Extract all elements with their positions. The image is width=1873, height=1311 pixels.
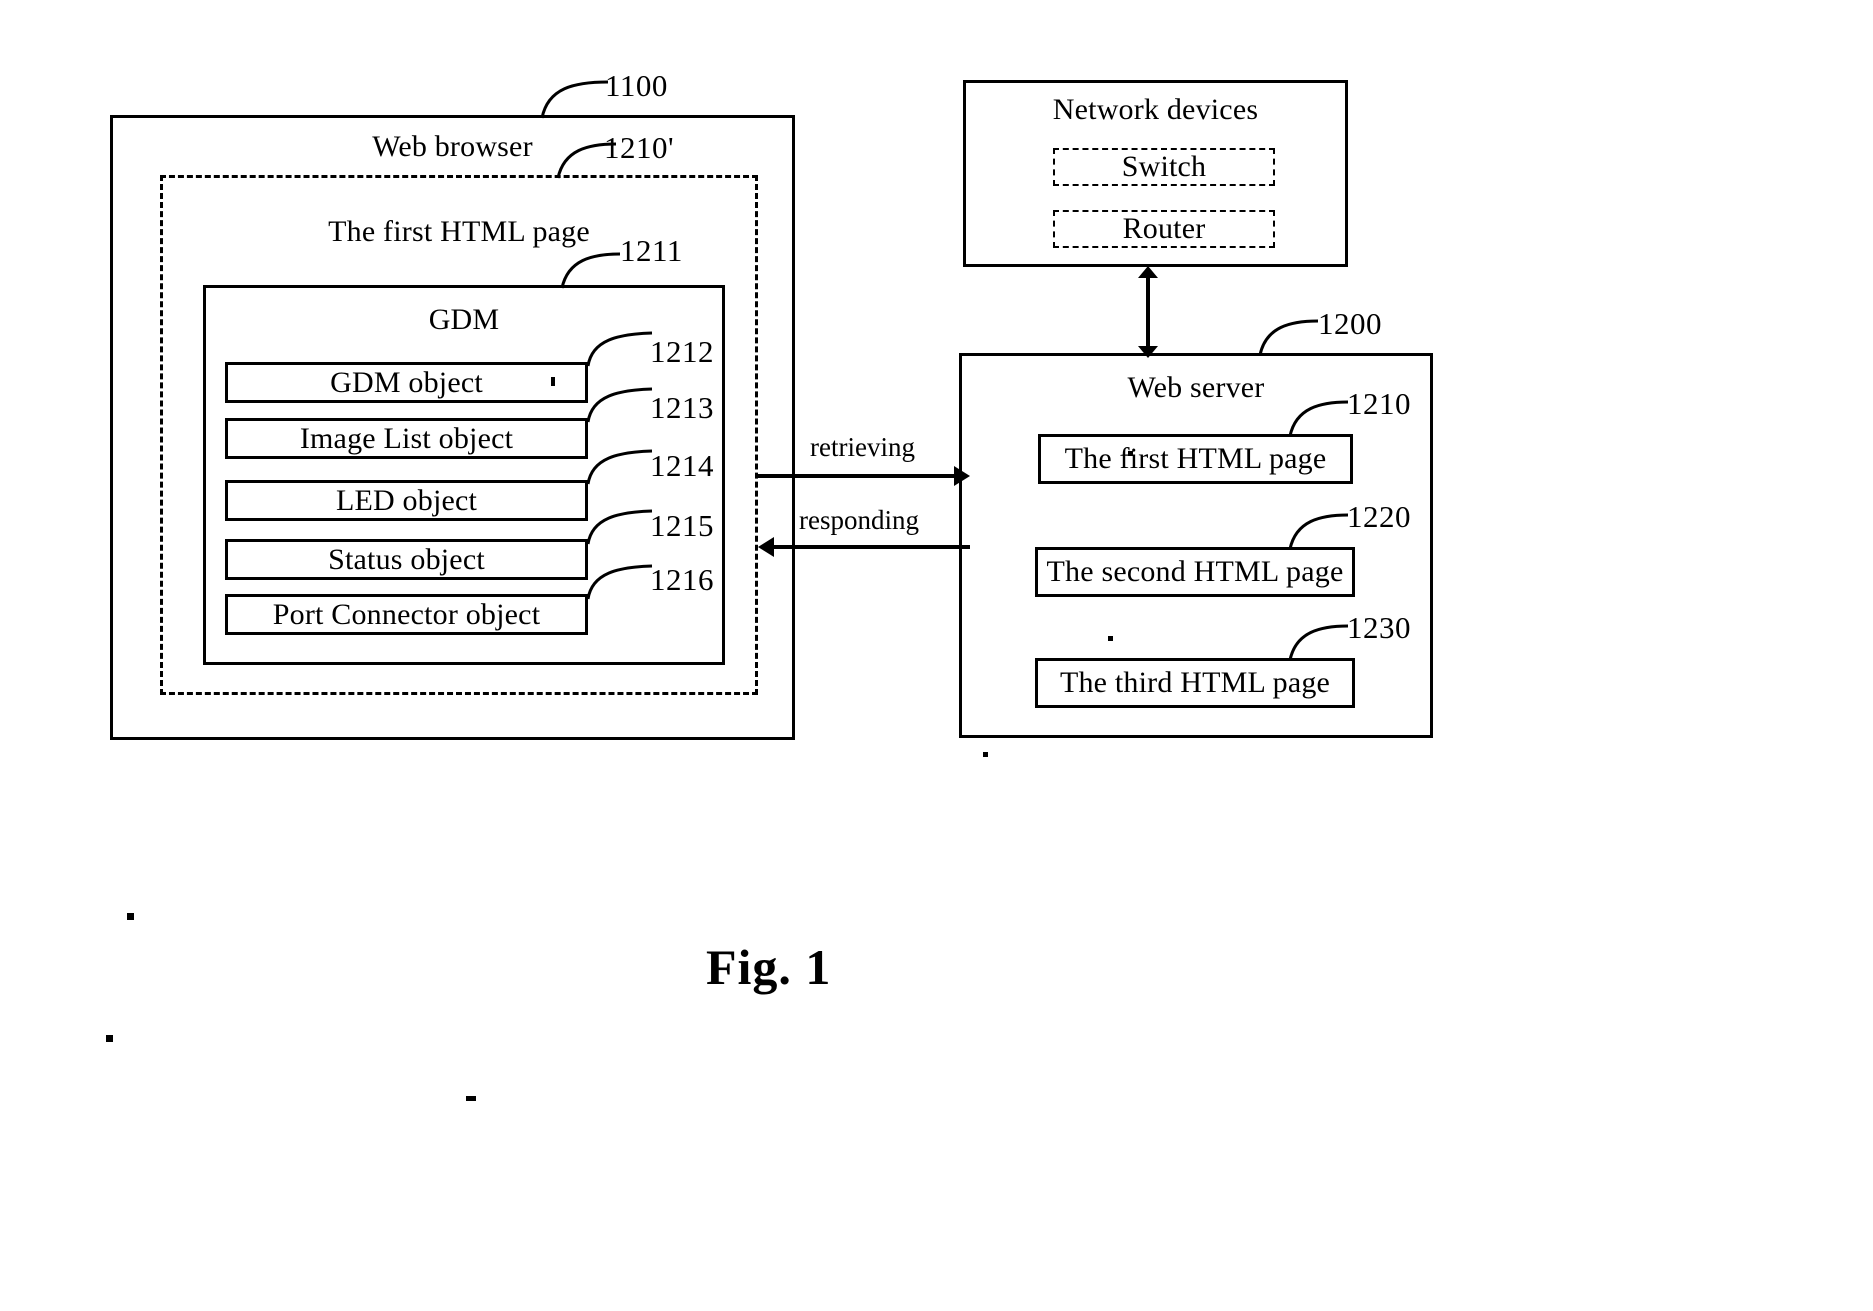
ref-1210: 1210 <box>1347 386 1411 421</box>
image-list-object-box: Image List object <box>225 418 588 459</box>
scan-artifact-dot <box>106 1035 113 1042</box>
scan-artifact-dot <box>466 1096 476 1101</box>
ref-1210-prime: 1210' <box>604 130 675 165</box>
ref-1230: 1230 <box>1347 610 1411 645</box>
ref-1214: 1214 <box>650 448 714 483</box>
scan-artifact-dot <box>1128 451 1133 456</box>
ref-1220: 1220 <box>1347 499 1411 534</box>
server-second-html-page-label: The second HTML page <box>1046 555 1344 588</box>
figure-caption: Fig. 1 <box>706 939 832 995</box>
server-third-html-page-box: The third HTML page <box>1035 658 1355 708</box>
router-label: Router <box>1122 212 1206 245</box>
ref-1212: 1212 <box>650 334 714 369</box>
retrieving-label: retrieving <box>810 432 915 462</box>
port-connector-object-label: Port Connector object <box>272 597 541 631</box>
led-object-box: LED object <box>225 480 588 521</box>
scan-artifact-dot <box>983 752 988 757</box>
gdm-object-box: GDM object <box>225 362 588 403</box>
switch-box: Switch <box>1053 148 1275 186</box>
ref-1213: 1213 <box>650 390 714 425</box>
gdm-title: GDM <box>428 303 500 336</box>
server-first-html-page-label: The first HTML page <box>1064 442 1327 475</box>
status-object-label: Status object <box>328 542 485 576</box>
image-list-object-label: Image List object <box>299 421 514 455</box>
led-object-label: LED object <box>335 483 478 517</box>
port-connector-object-box: Port Connector object <box>225 594 588 635</box>
router-box: Router <box>1053 210 1275 248</box>
ref-1211: 1211 <box>620 233 683 268</box>
gdm-object-label: GDM object <box>330 365 483 399</box>
scan-artifact-dot <box>127 913 134 920</box>
ref-1200: 1200 <box>1318 306 1382 341</box>
network-server-bidirectional-arrow <box>1138 266 1158 358</box>
switch-label: Switch <box>1121 150 1207 183</box>
ref-1100: 1100 <box>605 68 668 103</box>
figure-canvas: Web browser 1100 The first HTML page 121… <box>0 0 1873 1311</box>
server-third-html-page-label: The third HTML page <box>1059 666 1331 699</box>
network-devices-title: Network devices <box>1052 93 1259 126</box>
leader-line-1100 <box>540 80 609 119</box>
scan-artifact-dot <box>551 377 555 386</box>
server-first-html-page-box: The first HTML page <box>1038 434 1353 484</box>
status-object-box: Status object <box>225 539 588 580</box>
ref-1215: 1215 <box>650 508 714 543</box>
responding-label: responding <box>799 505 919 535</box>
web-browser-title: Web browser <box>372 130 533 163</box>
leader-line-1200 <box>1258 319 1319 356</box>
server-second-html-page-box: The second HTML page <box>1035 547 1355 597</box>
ref-1216: 1216 <box>650 562 714 597</box>
scan-artifact-dot <box>1108 636 1113 641</box>
